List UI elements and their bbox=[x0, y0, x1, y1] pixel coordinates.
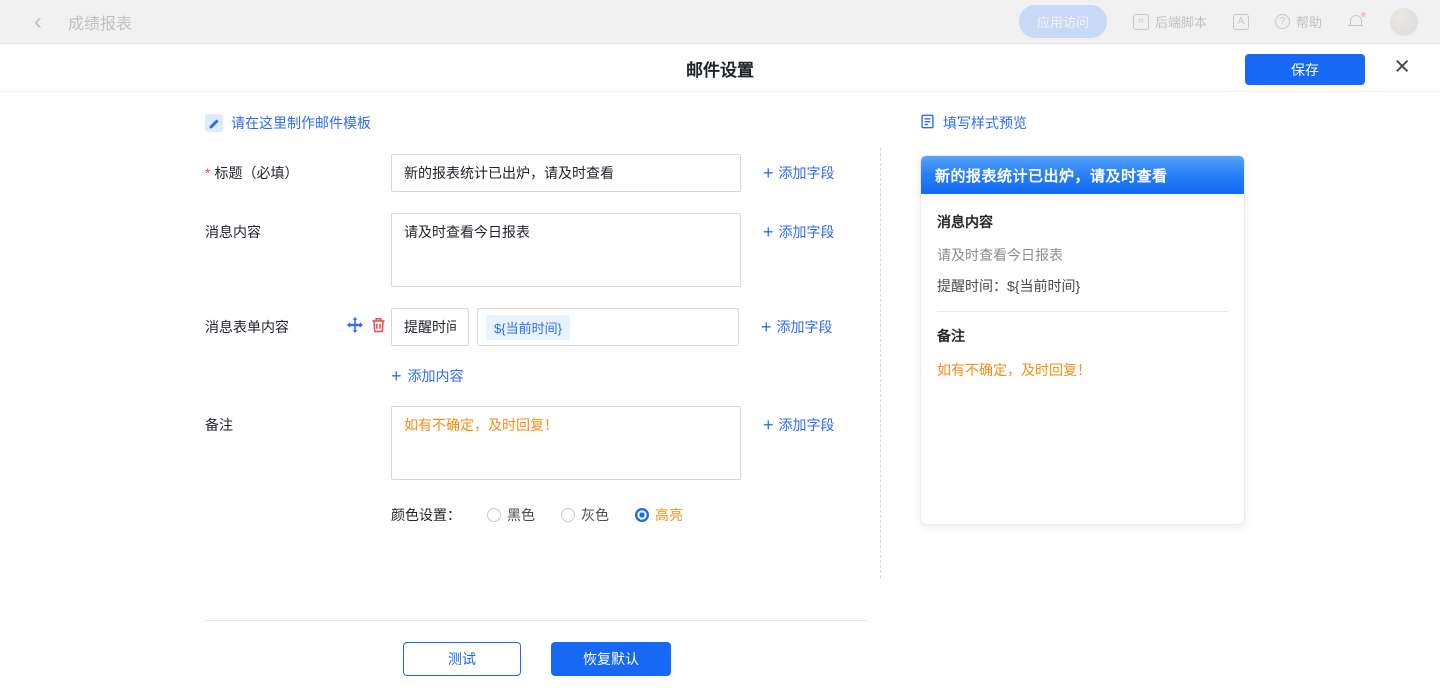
radio-highlight[interactable]: 高亮 bbox=[635, 505, 683, 525]
preview-card-title: 新的报表统计已出炉，请及时查看 bbox=[921, 156, 1244, 194]
preview-hint-label: 填写样式预览 bbox=[943, 113, 1027, 133]
trash-icon[interactable] bbox=[371, 317, 386, 338]
template-hint: 请在这里制作邮件模板 bbox=[205, 113, 371, 133]
add-field-link-title[interactable]: + 添加字段 bbox=[763, 163, 835, 183]
app-access-button[interactable]: 应用访问 bbox=[1019, 5, 1107, 38]
page-title: 邮件设置 bbox=[0, 44, 1440, 92]
add-field-link-content[interactable]: + 添加字段 bbox=[763, 222, 835, 242]
preview-card-body: 消息内容 请及时查看今日报表 提醒时间：${当前时间} 备注 如有不确定，及时回… bbox=[921, 194, 1244, 380]
radio-icon[interactable] bbox=[487, 508, 501, 522]
content-label: 消息内容 bbox=[205, 213, 391, 251]
color-settings-label: 颜色设置： bbox=[391, 505, 461, 525]
variable-tag[interactable]: ${当前时间} bbox=[486, 315, 570, 340]
form-content-row: 消息表单内容 ${当前时间} + 添加字段 bbox=[205, 308, 833, 346]
note-row: 备注 如有不确定，及时回复！ + 添加字段 bbox=[205, 406, 835, 480]
avatar[interactable] bbox=[1390, 8, 1418, 36]
email-settings-modal: 邮件设置 保存 × 请在这里制作邮件模板 * 标题（必填） + 添加字段 消息内… bbox=[0, 44, 1440, 700]
radio-checked-icon[interactable] bbox=[635, 508, 649, 522]
back-icon[interactable]: ‹ bbox=[34, 10, 42, 34]
title-label: * 标题（必填） bbox=[205, 154, 391, 192]
topbar: ‹ 成绩报表 应用访问 ⌗ 后端脚本 A ? 帮助 bbox=[0, 0, 1440, 44]
preview-note-text: 如有不确定，及时回复！ bbox=[937, 360, 1228, 380]
preview-content-heading: 消息内容 bbox=[937, 212, 1228, 232]
note-label: 备注 bbox=[205, 406, 391, 444]
form-content-key-input[interactable] bbox=[391, 308, 469, 346]
content-row: 消息内容 请及时查看今日报表 + 添加字段 bbox=[205, 213, 835, 287]
document-icon bbox=[920, 114, 935, 132]
form-divider bbox=[205, 620, 868, 621]
add-field-link-form-content[interactable]: + 添加字段 bbox=[761, 317, 833, 337]
row-tools bbox=[347, 308, 391, 346]
preview-content-line2: 提醒时间：${当前时间} bbox=[937, 276, 1228, 296]
preview-card: 新的报表统计已出炉，请及时查看 消息内容 请及时查看今日报表 提醒时间：${当前… bbox=[920, 155, 1245, 525]
note-textarea[interactable]: 如有不确定，及时回复！ bbox=[391, 406, 741, 480]
radio-gray[interactable]: 灰色 bbox=[561, 505, 609, 525]
save-button[interactable]: 保存 bbox=[1245, 54, 1365, 85]
font-icon[interactable]: A bbox=[1233, 14, 1249, 30]
script-icon: ⌗ bbox=[1133, 14, 1149, 30]
required-mark: * bbox=[205, 154, 210, 192]
restore-default-button[interactable]: 恢复默认 bbox=[551, 642, 671, 676]
radio-icon[interactable] bbox=[561, 508, 575, 522]
move-icon[interactable] bbox=[347, 317, 363, 338]
title-row: * 标题（必填） + 添加字段 bbox=[205, 154, 835, 192]
preview-content-line1: 请及时查看今日报表 bbox=[937, 245, 1228, 265]
test-button[interactable]: 测试 bbox=[403, 642, 521, 676]
vertical-divider bbox=[880, 148, 881, 578]
notification-bell-icon[interactable] bbox=[1348, 14, 1364, 30]
add-content-link[interactable]: + 添加内容 bbox=[391, 366, 464, 386]
help-button[interactable]: ? 帮助 bbox=[1275, 12, 1322, 31]
preview-divider bbox=[937, 311, 1228, 312]
template-hint-label: 请在这里制作邮件模板 bbox=[231, 113, 371, 133]
pencil-icon bbox=[205, 114, 223, 132]
form-actions: 测试 恢复默认 bbox=[403, 642, 671, 676]
plus-icon: + bbox=[763, 223, 774, 241]
radio-black[interactable]: 黑色 bbox=[487, 505, 535, 525]
color-settings-row: 颜色设置： 黑色 灰色 高亮 bbox=[391, 505, 683, 525]
plus-icon: + bbox=[763, 164, 774, 182]
backend-script-button[interactable]: ⌗ 后端脚本 bbox=[1133, 12, 1207, 31]
title-input[interactable] bbox=[391, 154, 741, 192]
question-icon: ? bbox=[1275, 14, 1290, 29]
content-textarea[interactable]: 请及时查看今日报表 bbox=[391, 213, 741, 287]
preview-note-heading: 备注 bbox=[937, 326, 1228, 346]
modal-header: 邮件设置 保存 × bbox=[0, 44, 1440, 92]
plus-icon: + bbox=[763, 416, 774, 434]
plus-icon: + bbox=[391, 367, 402, 385]
form-content-value-input[interactable]: ${当前时间} bbox=[477, 308, 739, 346]
topbar-title: 成绩报表 bbox=[68, 10, 132, 34]
notification-dot bbox=[1361, 12, 1366, 17]
add-field-link-note[interactable]: + 添加字段 bbox=[763, 415, 835, 435]
plus-icon: + bbox=[761, 318, 772, 336]
preview-hint: 填写样式预览 bbox=[920, 113, 1027, 133]
close-icon[interactable]: × bbox=[1388, 51, 1416, 82]
